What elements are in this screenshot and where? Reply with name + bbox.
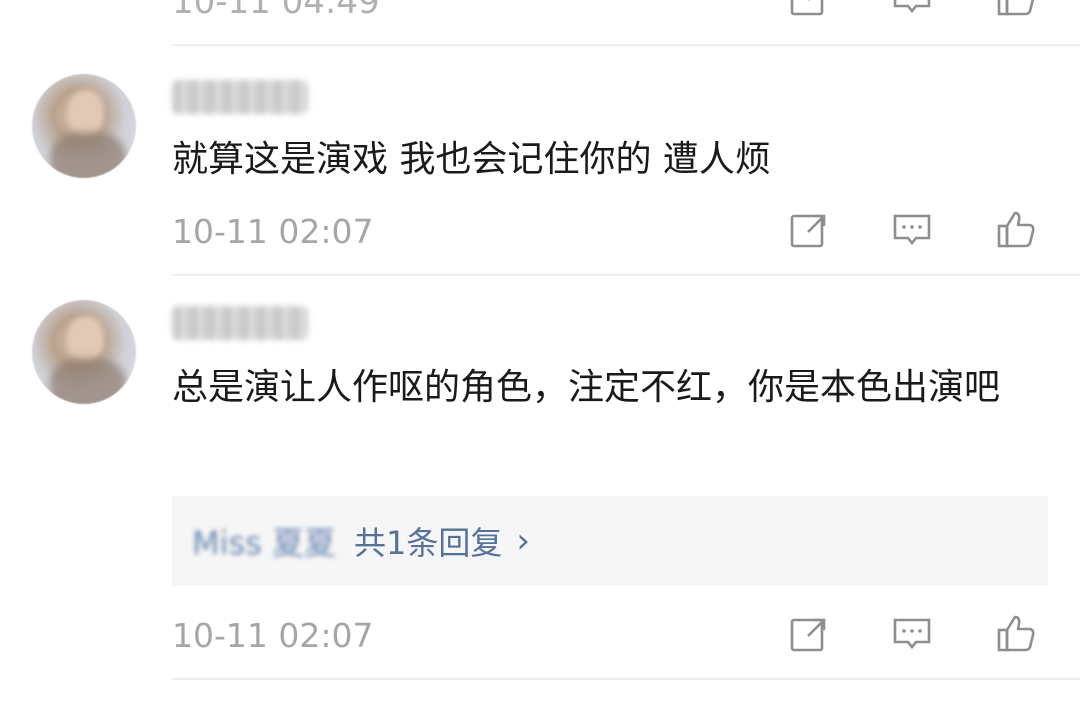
comment-icon[interactable]	[890, 0, 934, 18]
like-icon[interactable]	[994, 210, 1038, 250]
share-icon[interactable]	[786, 0, 830, 18]
comment-time: 10-11 04:49	[172, 0, 380, 22]
share-icon[interactable]	[786, 614, 830, 654]
comment-content: 就算这是演戏 我也会记住你的 遭人烦	[172, 139, 771, 180]
reply-count-link[interactable]: 共1条回复	[354, 518, 502, 564]
like-icon[interactable]	[994, 0, 1038, 18]
comment-actions	[786, 614, 1038, 654]
chevron-right-icon: ›	[516, 521, 531, 561]
username[interactable]	[172, 80, 308, 114]
divider	[172, 678, 1080, 680]
divider	[172, 274, 1080, 276]
avatar[interactable]	[32, 74, 136, 178]
divider	[172, 44, 1080, 46]
reply-preview[interactable]: Miss 夏夏 共1条回复 ›	[172, 496, 1048, 586]
avatar[interactable]	[32, 300, 136, 404]
comment-time: 10-11 02:07	[172, 212, 374, 251]
comment-icon[interactable]	[890, 210, 934, 250]
username[interactable]	[172, 306, 308, 340]
comment-icon[interactable]	[890, 614, 934, 654]
comment-content: 总是演让人作呕的角色，注定不红，你是本色出演吧	[172, 367, 1001, 408]
reply-username[interactable]: Miss 夏夏	[192, 518, 336, 564]
like-icon[interactable]	[994, 614, 1038, 654]
share-icon[interactable]	[786, 210, 830, 250]
comment-actions	[786, 210, 1038, 250]
comment-time: 10-11 02:07	[172, 616, 374, 655]
comment-actions	[786, 0, 1038, 18]
